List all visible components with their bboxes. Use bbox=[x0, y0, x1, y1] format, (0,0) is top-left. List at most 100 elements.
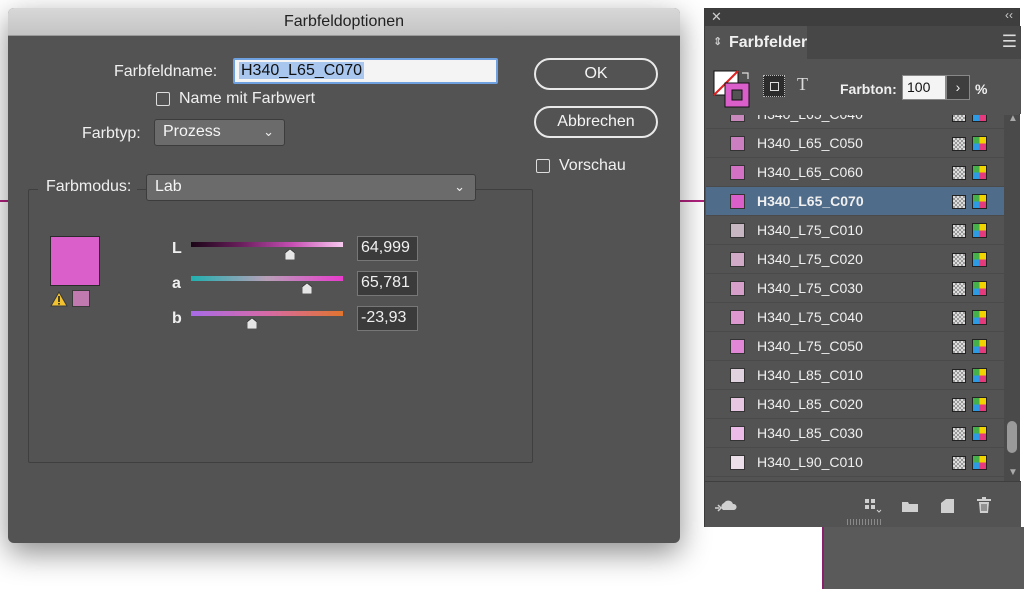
show-swatch-kinds-icon[interactable] bbox=[864, 498, 882, 514]
cc-libraries-icon[interactable] bbox=[713, 496, 739, 512]
swatch-name: H340_L75_C040 bbox=[757, 309, 863, 325]
color-mode-value: Lab bbox=[155, 178, 182, 195]
lab-color-mode-icon bbox=[972, 165, 987, 180]
color-preview-swatch bbox=[50, 236, 100, 286]
color-mode-dropdown[interactable]: Lab ⌄ bbox=[146, 174, 476, 201]
slider-value-a[interactable]: 65,781 bbox=[357, 271, 418, 296]
slider-value-b[interactable]: -23,93 bbox=[357, 306, 418, 331]
swatch-row[interactable]: H340_L85_C020 bbox=[706, 390, 1004, 419]
swatch-row[interactable]: H340_L65_C050 bbox=[706, 129, 1004, 158]
process-color-icon bbox=[952, 456, 966, 470]
color-mode-label: Farbmodus: bbox=[38, 178, 138, 196]
scrollbar-thumb[interactable] bbox=[1007, 421, 1017, 453]
swatch-color-chip bbox=[730, 223, 745, 238]
tint-unit: % bbox=[975, 81, 988, 97]
slider-thumb-a[interactable] bbox=[301, 283, 312, 294]
swatch-row[interactable]: H340_L65_C060 bbox=[706, 158, 1004, 187]
process-color-icon bbox=[952, 282, 966, 296]
process-color-icon bbox=[952, 166, 966, 180]
lab-color-mode-icon bbox=[972, 115, 987, 122]
new-swatch-icon[interactable] bbox=[939, 498, 955, 514]
swatch-row[interactable]: H340_L75_C010 bbox=[706, 216, 1004, 245]
delete-swatch-icon[interactable] bbox=[976, 497, 992, 514]
swatch-name: H340_L65_C040 bbox=[757, 115, 863, 122]
swatch-row[interactable]: H340_L75_C050 bbox=[706, 332, 1004, 361]
swatch-name: H340_L65_C060 bbox=[757, 164, 863, 180]
swatch-row[interactable]: H340_L65_C070 bbox=[706, 187, 1004, 216]
scroll-up-icon[interactable]: ▲ bbox=[1008, 113, 1018, 124]
in-gamut-color-swatch[interactable] bbox=[72, 290, 90, 307]
formatting-text-icon[interactable]: T bbox=[797, 74, 808, 95]
dialog-title: Farbfeldoptionen bbox=[8, 8, 680, 36]
panel-title-bar[interactable]: ✕ ‹‹ bbox=[705, 8, 1019, 26]
new-color-group-icon[interactable] bbox=[901, 499, 919, 513]
chevron-down-icon: ⌄ bbox=[454, 179, 465, 194]
swatch-name: H340_L75_C030 bbox=[757, 280, 863, 296]
preview-checkbox[interactable] bbox=[536, 159, 550, 173]
lab-color-mode-icon bbox=[972, 397, 987, 412]
slider-thumb-b[interactable] bbox=[246, 318, 257, 329]
tint-input[interactable]: 100 bbox=[902, 75, 946, 100]
tint-label: Farbton: bbox=[840, 81, 897, 97]
cancel-button[interactable]: Abbrechen bbox=[534, 106, 658, 138]
swatch-color-chip bbox=[730, 426, 745, 441]
swatch-color-chip bbox=[730, 368, 745, 383]
swatch-color-chip bbox=[730, 281, 745, 296]
slider-label-l: L bbox=[172, 240, 182, 257]
slider-label-a: a bbox=[172, 275, 181, 292]
chevron-right-icon: › bbox=[955, 79, 961, 95]
lab-color-mode-icon bbox=[972, 455, 987, 470]
slider-label-b: b bbox=[172, 310, 182, 327]
formatting-container-icon[interactable] bbox=[763, 75, 785, 97]
tint-slider-button[interactable]: › bbox=[946, 75, 970, 100]
swatch-name-label: Farbfeldname: bbox=[114, 63, 218, 80]
slider-value-l[interactable]: 64,999 bbox=[357, 236, 418, 261]
panel-resize-grip[interactable] bbox=[847, 519, 883, 525]
out-of-gamut-warning-icon[interactable] bbox=[50, 291, 68, 307]
document-pasteboard bbox=[822, 527, 1024, 589]
swatch-color-chip bbox=[730, 115, 745, 122]
tab-swatches[interactable]: ⇕ Farbfelder bbox=[705, 26, 807, 59]
process-color-icon bbox=[952, 253, 966, 267]
slider-thumb-l[interactable] bbox=[284, 249, 295, 260]
lab-color-mode-icon bbox=[972, 339, 987, 354]
slider-track-b[interactable] bbox=[191, 311, 343, 316]
expand-collapse-icon: ⇕ bbox=[713, 36, 723, 48]
process-color-icon bbox=[952, 195, 966, 209]
swatch-name: H340_L65_C070 bbox=[757, 193, 864, 209]
swatch-row[interactable]: H340_L75_C030 bbox=[706, 274, 1004, 303]
swatch-row[interactable]: H340_L65_C040 bbox=[706, 115, 1004, 129]
swatch-row[interactable]: H340_L85_C010 bbox=[706, 361, 1004, 390]
swatch-color-chip bbox=[730, 194, 745, 209]
lab-color-mode-icon bbox=[972, 368, 987, 383]
swatch-row[interactable]: H340_L75_C020 bbox=[706, 245, 1004, 274]
swatch-row[interactable]: H340_L90_C010 bbox=[706, 448, 1004, 477]
color-type-dropdown[interactable]: Prozess ⌄ bbox=[154, 119, 285, 146]
process-color-icon bbox=[952, 311, 966, 325]
swatch-row[interactable]: H340_L85_C030 bbox=[706, 419, 1004, 448]
swatch-name-input[interactable]: H340_L65_C070 bbox=[233, 58, 498, 84]
lab-color-mode-icon bbox=[972, 136, 987, 151]
ok-button[interactable]: OK bbox=[534, 58, 658, 90]
collapse-icon[interactable]: ‹‹ bbox=[1005, 8, 1013, 22]
panel-menu-icon[interactable]: ☰ bbox=[1002, 32, 1017, 52]
process-color-icon bbox=[952, 340, 966, 354]
chevron-down-icon: ⌄ bbox=[263, 124, 274, 139]
swatch-color-chip bbox=[730, 252, 745, 267]
swatch-name: H340_L90_C010 bbox=[757, 454, 863, 470]
swatch-color-chip bbox=[730, 136, 745, 151]
scroll-down-icon[interactable]: ▼ bbox=[1008, 467, 1018, 478]
swatch-name: H340_L85_C020 bbox=[757, 396, 863, 412]
lab-color-mode-icon bbox=[972, 310, 987, 325]
fill-stroke-icon[interactable] bbox=[713, 70, 753, 110]
name-with-value-checkbox[interactable] bbox=[156, 92, 170, 106]
tab-swatches-label: Farbfelder bbox=[729, 34, 808, 51]
slider-track-l[interactable] bbox=[191, 242, 343, 247]
panel-footer bbox=[705, 481, 1021, 527]
swatch-row[interactable]: H340_L75_C040 bbox=[706, 303, 1004, 332]
close-icon[interactable]: ✕ bbox=[711, 9, 722, 25]
color-mode-group bbox=[28, 189, 533, 463]
slider-track-a[interactable] bbox=[191, 276, 343, 281]
process-color-icon bbox=[952, 115, 966, 122]
swatch-list-scrollbar[interactable]: ▲ ▼ bbox=[1004, 113, 1020, 481]
